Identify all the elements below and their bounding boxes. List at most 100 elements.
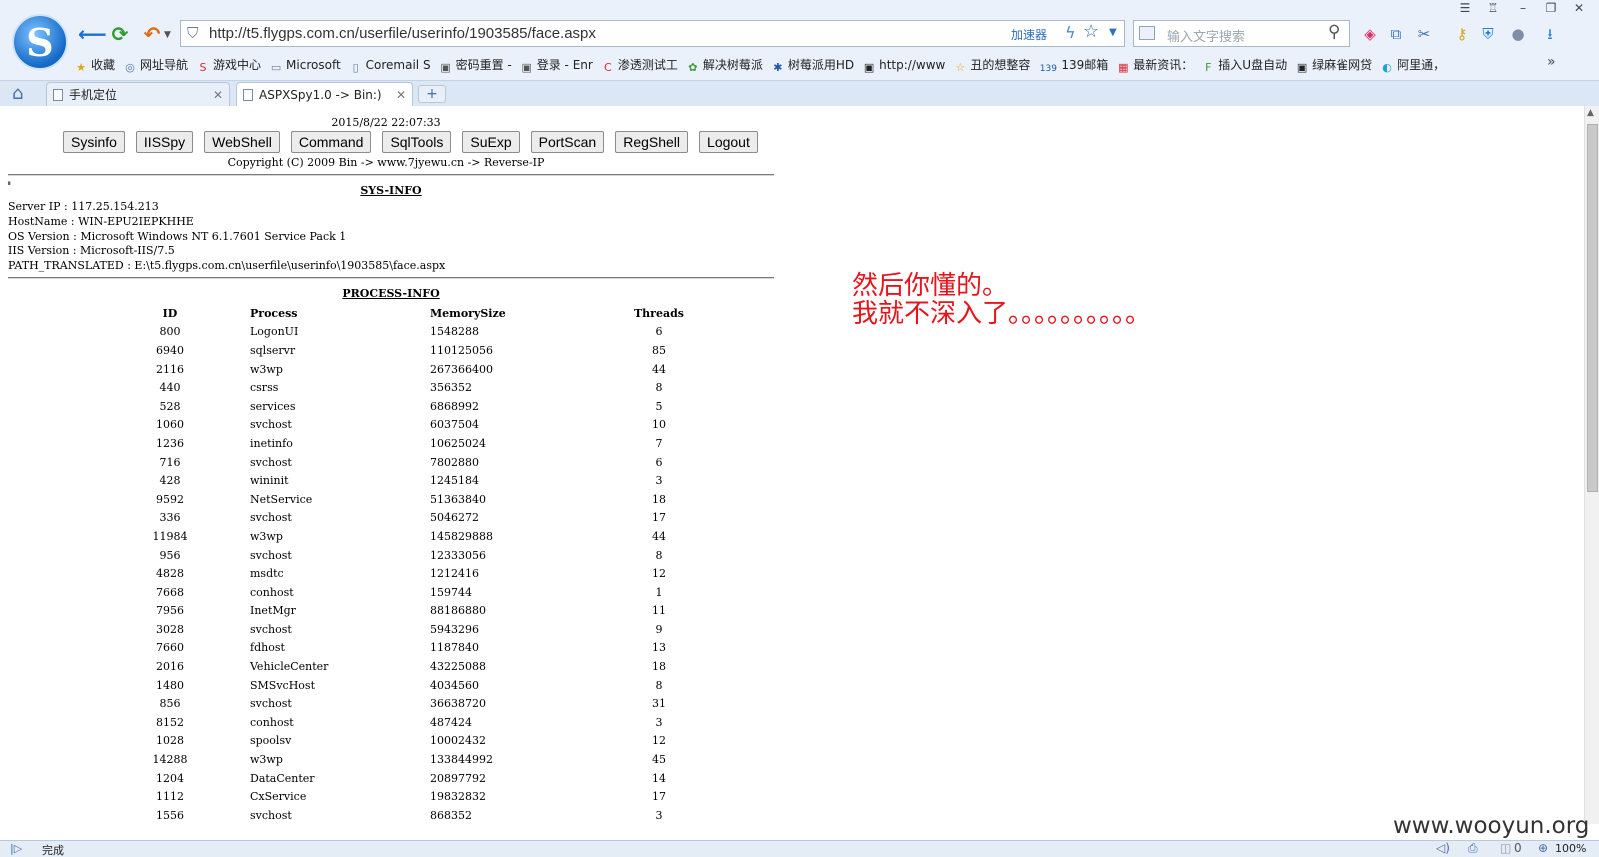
table-cell: 20897792 xyxy=(430,771,486,785)
scroll-thumb[interactable] xyxy=(1587,124,1598,492)
menu-icon[interactable]: ☰ xyxy=(1456,0,1474,16)
table-cell: wininit xyxy=(250,474,289,488)
scroll-up-arrow-icon[interactable]: ▲ xyxy=(1587,108,1594,118)
game-icon: S xyxy=(199,61,207,74)
table-cell: 85 xyxy=(652,343,666,357)
accelerator-button[interactable]: 加速器 xyxy=(1011,26,1047,43)
sidebar-toggle-icon[interactable]: |▷ xyxy=(10,842,22,855)
column-header-memory: MemorySize xyxy=(430,306,506,320)
menu-button-suexp[interactable]: SuExp xyxy=(462,131,520,153)
bookmark-item[interactable]: ▣ http://www xyxy=(862,55,945,74)
download-icon[interactable]: ⭳ xyxy=(1540,24,1560,44)
table-cell: csrss xyxy=(250,381,279,395)
scissors-icon[interactable]: ✂ xyxy=(1414,24,1434,44)
table-row: 8152 conhost 487424 3 xyxy=(0,713,706,732)
search-box[interactable]: 输入文字搜索 ⚲ xyxy=(1133,20,1350,47)
table-cell: 18 xyxy=(652,660,666,674)
new-tab-button[interactable]: + xyxy=(418,85,446,103)
close-icon[interactable]: ✕ xyxy=(1570,0,1588,16)
skin-icon[interactable]: ♖ xyxy=(1484,0,1502,16)
address-bar[interactable]: ⛉ http://t5.flygps.com.cn/userfile/useri… xyxy=(180,20,1125,47)
bookmark-item[interactable]: ▯ Coremail S xyxy=(349,55,431,74)
page-icon: ▣ xyxy=(440,61,451,74)
close-icon[interactable]: ✕ xyxy=(396,83,406,107)
bookmark-item[interactable]: ▣ 密码重置 - xyxy=(439,55,511,74)
table-cell: 5046272 xyxy=(430,511,479,525)
bookmark-star-icon[interactable]: ☆ xyxy=(1083,21,1099,42)
home-icon[interactable]: ⌂ xyxy=(12,83,23,104)
close-icon[interactable]: ✕ xyxy=(213,83,223,107)
zoom-icon[interactable]: ⊕ xyxy=(1538,841,1548,855)
refresh-button[interactable]: ⟳ xyxy=(108,22,132,46)
browser-logo[interactable]: S xyxy=(12,14,68,70)
bookmark-item[interactable]: ✿ 解决树莓派 xyxy=(686,55,763,74)
folder-icon: ▭ xyxy=(270,61,282,74)
bookmark-item[interactable]: 139 139邮箱 xyxy=(1038,55,1109,74)
minimize-icon[interactable]: – xyxy=(1514,0,1532,16)
menu-button-logout[interactable]: Logout xyxy=(699,131,758,153)
bookmark-item[interactable]: ▣ 绿麻雀网贷 xyxy=(1295,55,1372,74)
menu-button-iisspy[interactable]: IISSpy xyxy=(135,131,194,153)
table-cell: 44 xyxy=(652,362,666,376)
restore-icon[interactable]: ❐ xyxy=(1542,0,1560,16)
table-cell: 1212416 xyxy=(430,567,479,581)
menu-button-sqltools[interactable]: SqlTools xyxy=(382,131,452,153)
volume-icon[interactable]: ◁) xyxy=(1436,841,1450,855)
menu-button-command[interactable]: Command xyxy=(290,131,372,153)
address-url[interactable]: http://t5.flygps.com.cn/userfile/userinf… xyxy=(209,25,596,42)
table-cell: 133844992 xyxy=(430,753,493,767)
table-cell: 1548288 xyxy=(430,325,479,339)
search-engine-icon[interactable] xyxy=(1139,26,1155,40)
table-cell: 5 xyxy=(655,399,663,413)
bookmark-item[interactable]: S 游戏中心 xyxy=(196,55,262,74)
table-cell: 4828 xyxy=(156,567,184,581)
table-cell: 8 xyxy=(655,381,663,395)
paw-icon: ✱ xyxy=(773,61,783,74)
key-icon[interactable]: ⚷ xyxy=(1452,24,1472,44)
menu-button-regshell[interactable]: RegShell xyxy=(615,131,689,153)
table-cell: 800 xyxy=(159,325,181,339)
table-row: 4828 msdtc 1212416 12 xyxy=(0,564,706,583)
bookmark-item[interactable]: ▦ 最新资讯： xyxy=(1116,55,1193,74)
menu-button-portscan[interactable]: PortScan xyxy=(530,131,605,153)
bookmark-item[interactable]: ★ 收藏 xyxy=(74,55,115,74)
bookmark-item[interactable]: ◐ 阿里通， xyxy=(1380,55,1445,74)
search-input[interactable]: 输入文字搜索 xyxy=(1167,26,1245,45)
bookmark-item[interactable]: ◎ 网址导航 xyxy=(123,55,188,74)
table-cell: 4034560 xyxy=(430,678,479,692)
bookmark-item[interactable]: ✱ 树莓派用HD xyxy=(771,55,854,74)
table-cell: w3wp xyxy=(250,753,283,767)
bookmark-item[interactable]: ▭ Microsoft xyxy=(269,55,341,74)
print-icon[interactable]: ⎙ xyxy=(1468,841,1478,856)
bookmarks-more-icon[interactable]: » xyxy=(1547,54,1556,70)
undo-close-button[interactable]: ↶ xyxy=(140,22,164,46)
chevron-down-icon[interactable]: ▼ xyxy=(164,30,171,40)
table-cell: 51363840 xyxy=(430,492,486,506)
table-cell: 1245184 xyxy=(430,474,479,488)
tab-aspxspy[interactable]: ASPXSpy1.0 -> Bin:) ✕ xyxy=(236,82,413,107)
back-button[interactable]: ⟵ xyxy=(78,22,107,46)
adblock-icon[interactable]: ◫ xyxy=(1500,841,1511,855)
search-icon[interactable]: ⚲ xyxy=(1328,22,1340,42)
security-icon[interactable]: ⛨ xyxy=(1478,24,1498,44)
address-dropdown-icon[interactable]: ▼ xyxy=(1109,27,1117,38)
vertical-scrollbar[interactable]: ▲ xyxy=(1584,106,1599,824)
table-cell: 110125056 xyxy=(430,343,493,357)
menu-button-webshell[interactable]: WebShell xyxy=(204,131,280,153)
bookmark-item[interactable]: C 渗透测试工 xyxy=(601,55,678,74)
tab-phone-location[interactable]: 手机定位 ✕ xyxy=(46,82,230,107)
table-row: 1028 spoolsv 10002432 12 xyxy=(0,732,706,751)
bookmark-label: 树莓派用HD xyxy=(787,58,855,72)
sync-icon[interactable]: ◈ xyxy=(1360,24,1380,44)
zoom-level[interactable]: 100% xyxy=(1555,842,1586,855)
bookmark-item[interactable]: ☆ 丑的想整容 xyxy=(953,55,1030,74)
sys-info-line: IIS Version : Microsoft-IIS/7.5 xyxy=(8,244,175,258)
table-cell: svchost xyxy=(250,548,292,562)
menu-button-sysinfo[interactable]: Sysinfo xyxy=(63,131,125,153)
bookmark-item[interactable]: F 插入U盘自动 xyxy=(1201,55,1287,74)
more-icon[interactable]: ● xyxy=(1508,24,1528,44)
bookmark-item[interactable]: ▣ 登录 - Enr xyxy=(520,55,593,74)
table-row: 2116 w3wp 267366400 44 xyxy=(0,360,706,379)
screenshot-icon[interactable]: ⧉ xyxy=(1386,24,1406,44)
lightning-icon[interactable]: ϟ xyxy=(1065,23,1076,42)
